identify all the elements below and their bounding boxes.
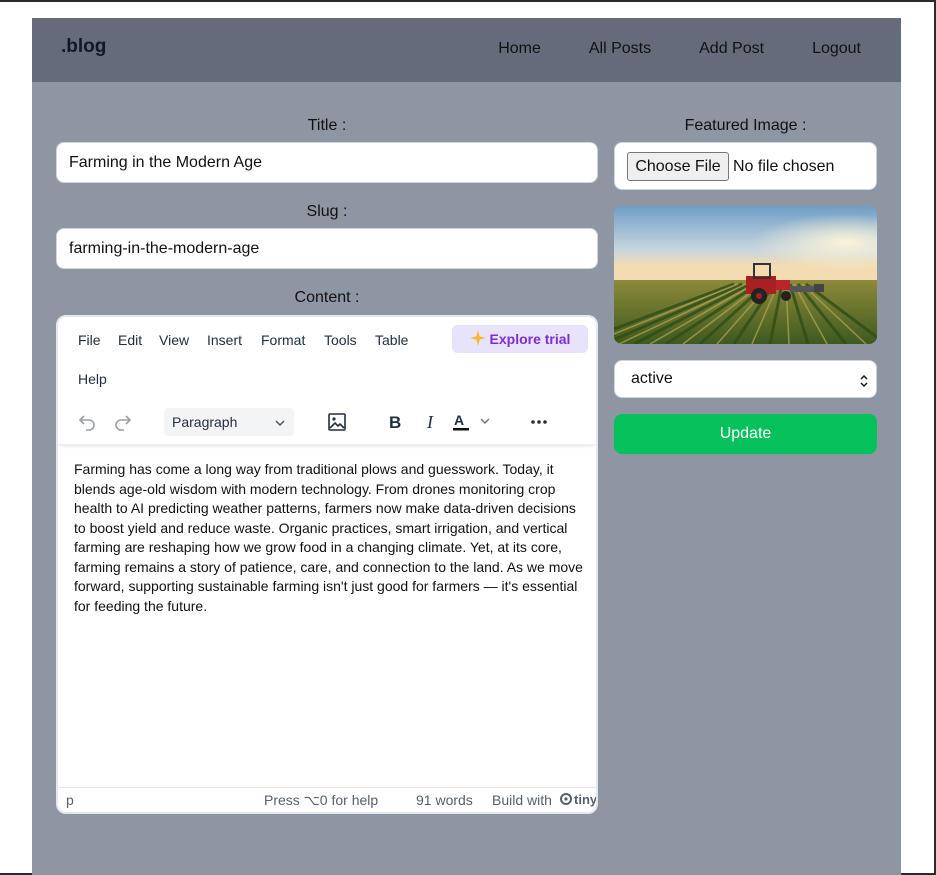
more-options-icon[interactable] <box>524 407 554 437</box>
menu-format[interactable]: Format <box>261 332 305 348</box>
slug-input[interactable] <box>56 228 598 269</box>
nav-links: Home All Posts Add Post Logout <box>450 40 861 58</box>
rich-text-editor: File Edit View Insert Format Tools Table… <box>56 315 598 814</box>
slug-label: Slug : <box>306 203 348 220</box>
title-label: Title : <box>307 117 347 134</box>
nav-logout[interactable]: Logout <box>812 40 861 58</box>
bold-icon[interactable]: B <box>382 407 408 437</box>
menu-edit[interactable]: Edit <box>118 332 142 348</box>
menu-table[interactable]: Table <box>375 332 408 348</box>
undo-icon[interactable] <box>74 407 100 437</box>
featured-image-label: Featured Image : <box>684 117 807 134</box>
select-arrows-icon <box>858 374 870 393</box>
no-file-text: No file chosen <box>733 158 835 175</box>
nav-all-posts[interactable]: All Posts <box>589 40 651 58</box>
editor-toolbar: Paragraph B I A <box>58 403 596 445</box>
element-path[interactable]: p <box>66 792 74 808</box>
editor-menubar: File Edit View Insert Format Tools Table… <box>58 317 596 407</box>
redo-icon[interactable] <box>110 407 136 437</box>
build-with-label: Build with <box>492 792 552 808</box>
block-format-select[interactable]: Paragraph <box>164 408 294 436</box>
navbar: .blog Home All Posts Add Post Logout <box>32 18 901 82</box>
sparkle-icon <box>469 329 486 349</box>
content-label: Content : <box>294 289 360 306</box>
tiny-logo-icon[interactable]: tiny <box>560 791 596 810</box>
text-color-icon[interactable]: A <box>450 407 496 437</box>
help-hint: Press ⌥0 for help <box>264 792 379 808</box>
explore-trial-label: Explore trial <box>489 331 571 347</box>
tiny-logo-text: tiny <box>574 792 596 807</box>
window-frame-top <box>0 0 936 2</box>
nav-home[interactable]: Home <box>498 40 541 58</box>
menu-file[interactable]: File <box>78 332 101 348</box>
menu-insert[interactable]: Insert <box>207 332 242 348</box>
chevron-down-icon <box>274 416 286 432</box>
editor-statusbar: p Press ⌥0 for help 91 words Build with … <box>58 787 596 812</box>
update-button[interactable]: Update <box>614 414 877 454</box>
editor-content[interactable]: Farming has come a long way from traditi… <box>74 460 584 616</box>
nav-add-post[interactable]: Add Post <box>699 40 764 58</box>
status-select-value: active <box>631 370 673 387</box>
italic-icon[interactable]: I <box>418 407 444 437</box>
status-select[interactable]: active <box>614 360 877 398</box>
menu-tools[interactable]: Tools <box>324 332 357 348</box>
app-container: .blog Home All Posts Add Post Logout Tit… <box>32 18 901 875</box>
menu-help[interactable]: Help <box>78 371 107 387</box>
svg-text:B: B <box>389 413 401 432</box>
explore-trial-button[interactable]: Explore trial <box>452 325 588 353</box>
site-logo[interactable]: .blog <box>61 36 106 58</box>
featured-image-preview <box>614 206 877 344</box>
insert-image-icon[interactable] <box>324 407 350 437</box>
menu-view[interactable]: View <box>159 332 189 348</box>
word-count[interactable]: 91 words <box>416 792 473 808</box>
svg-text:I: I <box>426 412 434 432</box>
title-input[interactable] <box>56 142 598 183</box>
svg-text:A: A <box>454 412 464 428</box>
block-format-label: Paragraph <box>172 414 238 430</box>
file-input[interactable]: Choose File No file chosen <box>614 142 877 190</box>
choose-file-button[interactable]: Choose File <box>627 152 729 181</box>
